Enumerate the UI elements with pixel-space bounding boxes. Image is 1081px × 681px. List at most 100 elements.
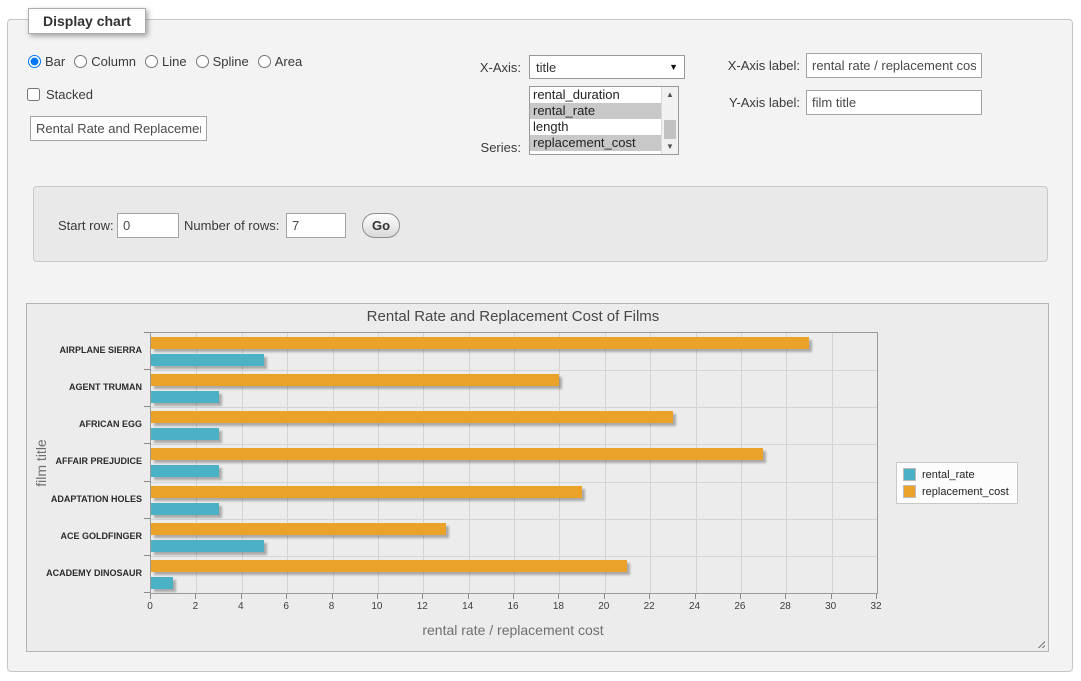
x-axis-select[interactable]: title [529, 55, 685, 79]
chart-type-option-column[interactable]: Column [74, 54, 136, 69]
bar-replacement_cost [151, 337, 809, 349]
chart-type-label: Column [91, 54, 136, 69]
legend-label: rental_rate [922, 469, 975, 481]
number-of-rows-input[interactable] [286, 213, 346, 238]
x-tick-label: 32 [870, 601, 881, 612]
series-option-length[interactable]: length [530, 119, 661, 135]
legend-label: replacement_cost [922, 486, 1009, 498]
gridline [786, 333, 787, 593]
plot-area [150, 332, 878, 594]
x-tick-mark [286, 594, 287, 599]
gridline [151, 482, 877, 483]
chart-type-option-line[interactable]: Line [145, 54, 187, 69]
x-tick-label: 4 [238, 601, 244, 612]
chart-type-label: Line [162, 54, 187, 69]
x-axis-select-label: X-Axis: [440, 60, 521, 75]
x-tick-mark [876, 594, 877, 599]
chart-type-label: Bar [45, 54, 65, 69]
gridline [151, 407, 877, 408]
x-tick-label: 6 [283, 601, 289, 612]
chevron-down-icon [669, 62, 678, 72]
resize-handle-icon[interactable] [1035, 638, 1045, 648]
bar-rental_rate [151, 354, 264, 366]
bar-rental_rate [151, 577, 173, 589]
series-option-rental_duration[interactable]: rental_duration [530, 87, 661, 103]
chart-type-radio-bar[interactable] [28, 55, 41, 68]
go-button[interactable]: Go [362, 213, 400, 238]
series-option-rental_rate[interactable]: rental_rate [530, 103, 661, 119]
bar-rental_rate [151, 428, 219, 440]
x-axis-label-input[interactable] [806, 53, 982, 78]
category-label: AFRICAN EGG [27, 419, 142, 430]
x-tick-mark [558, 594, 559, 599]
x-tick-mark [241, 594, 242, 599]
chart-type-radio-area[interactable] [258, 55, 271, 68]
scrollbar-thumb[interactable] [664, 120, 676, 139]
x-tick-label: 26 [734, 601, 745, 612]
chart-type-option-area[interactable]: Area [258, 54, 302, 69]
bar-replacement_cost [151, 448, 763, 460]
x-tick-mark [695, 594, 696, 599]
x-tick-label: 20 [598, 601, 609, 612]
gridline [605, 333, 606, 593]
gridline [469, 333, 470, 593]
category-label: ACE GOLDFINGER [27, 531, 142, 542]
x-tick-mark [468, 594, 469, 599]
gridline [151, 444, 877, 445]
series-option-replacement_cost[interactable]: replacement_cost [530, 135, 661, 151]
chart-type-radio-group: Bar Column Line Spline Area [28, 54, 302, 69]
gridline [151, 556, 877, 557]
category-label: ACADEMY DINOSAUR [27, 568, 142, 579]
page: Display chart Bar Column Line Spline Area St… [0, 0, 1081, 681]
category-label: AFFAIR PREJUDICE [27, 456, 142, 467]
bar-rental_rate [151, 503, 219, 515]
legend-entry-rental_rate: rental_rate [903, 468, 1009, 481]
panel-legend: Display chart [28, 8, 146, 34]
stacked-checkbox[interactable] [27, 88, 40, 101]
x-tick-mark [150, 594, 151, 599]
x-tick-mark [831, 594, 832, 599]
start-row-input[interactable] [117, 213, 179, 238]
gridline [741, 333, 742, 593]
y-tick-mark [144, 369, 150, 370]
y-tick-mark [144, 555, 150, 556]
x-tick-label: 2 [193, 601, 199, 612]
x-tick-mark [377, 594, 378, 599]
y-tick-mark [144, 332, 150, 333]
chart-type-radio-column[interactable] [74, 55, 87, 68]
x-tick-label: 22 [644, 601, 655, 612]
listbox-scrollbar[interactable] [661, 87, 678, 154]
scroll-down-icon[interactable] [662, 139, 678, 154]
gridline [333, 333, 334, 593]
chart-type-label: Spline [213, 54, 249, 69]
y-tick-mark [144, 406, 150, 407]
x-tick-mark [195, 594, 196, 599]
x-tick-label: 24 [689, 601, 700, 612]
scroll-up-icon[interactable] [662, 87, 678, 102]
x-tick-label: 8 [329, 601, 335, 612]
start-row-label: Start row: [58, 218, 114, 233]
gridline [650, 333, 651, 593]
legend-swatch [903, 485, 916, 498]
chart-type-option-spline[interactable]: Spline [196, 54, 249, 69]
category-label: ADAPTATION HOLES [27, 494, 142, 505]
stacked-option[interactable]: Stacked [27, 87, 93, 102]
bar-replacement_cost [151, 486, 582, 498]
stacked-label: Stacked [46, 87, 93, 102]
series-select-label: Series: [440, 140, 521, 155]
chart-type-radio-spline[interactable] [196, 55, 209, 68]
chart-type-radio-line[interactable] [145, 55, 158, 68]
x-tick-label: 28 [780, 601, 791, 612]
chart-title-input[interactable] [30, 116, 207, 141]
y-tick-mark [144, 518, 150, 519]
x-tick-label: 30 [825, 601, 836, 612]
chart-legend: rental_rate replacement_cost [896, 462, 1018, 504]
series-listbox[interactable]: rental_durationrental_ratelengthreplacem… [529, 86, 679, 155]
chart-type-option-bar[interactable]: Bar [28, 54, 65, 69]
bar-replacement_cost [151, 411, 673, 423]
x-tick-label: 10 [371, 601, 382, 612]
gridline [151, 370, 877, 371]
y-axis-label-input[interactable] [806, 90, 982, 115]
chart-container: Rental Rate and Replacement Cost of Film… [26, 303, 1049, 652]
x-tick-label: 12 [417, 601, 428, 612]
